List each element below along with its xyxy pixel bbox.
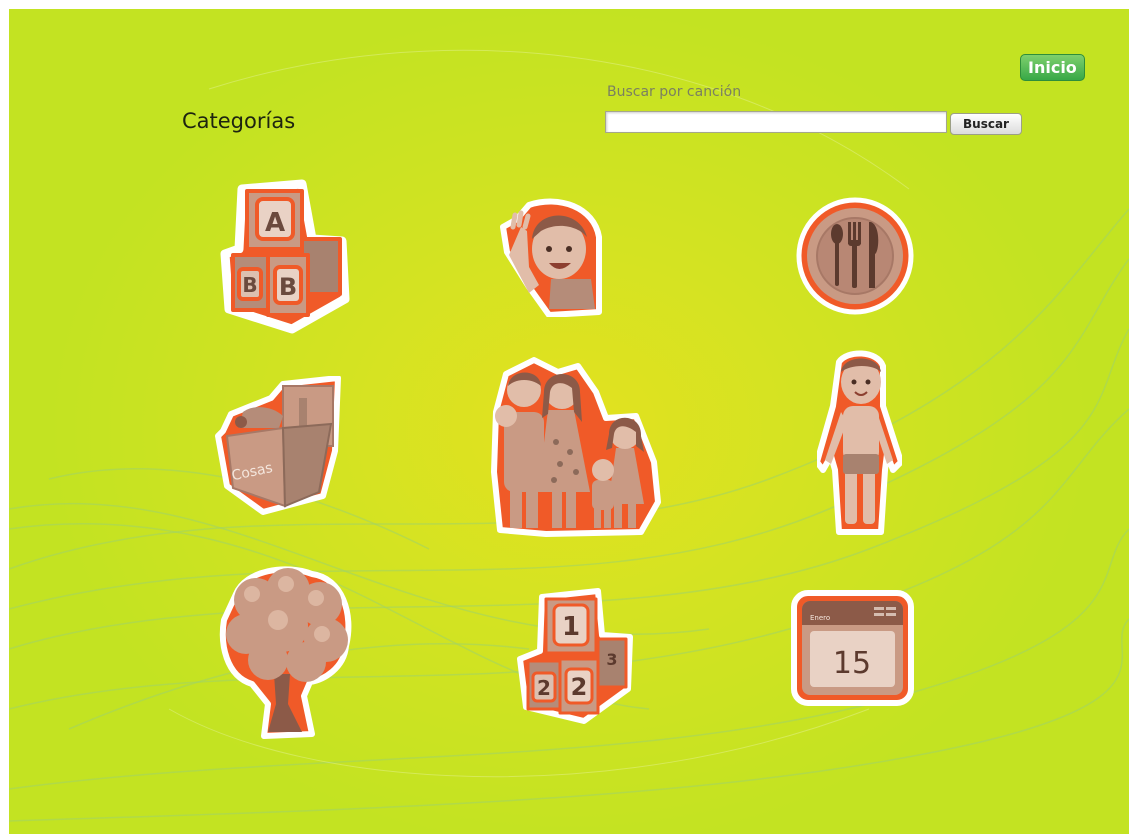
- category-numbers[interactable]: 1 2 2 3: [514, 587, 634, 727]
- home-button[interactable]: Inicio: [1020, 54, 1085, 81]
- page-title: Categorías: [182, 109, 296, 133]
- block-number-3: 3: [606, 650, 617, 669]
- main-stage: Inicio Categorías Buscar por canción Bus…: [9, 9, 1129, 834]
- family-icon: [491, 357, 661, 537]
- block-number-1: 1: [562, 612, 580, 642]
- category-alphabet[interactable]: A B B: [217, 179, 355, 334]
- block-number-2-side: 2: [537, 676, 551, 700]
- waving-boy-icon: [500, 198, 602, 317]
- number-blocks-icon: 1 2 2 3: [517, 588, 633, 724]
- plate-cutlery-icon: [796, 197, 914, 315]
- calendar-icon: Enero 15: [791, 590, 914, 706]
- category-calendar[interactable]: Enero 15: [790, 589, 915, 707]
- block-letter-b: B: [279, 273, 297, 301]
- calendar-day: 15: [833, 646, 871, 681]
- alphabet-blocks-icon: A B B: [220, 179, 350, 334]
- tree-icon: [219, 566, 352, 739]
- block-letter-b-side: B: [242, 273, 257, 297]
- category-nature[interactable]: [216, 564, 356, 739]
- toy-box-icon: Cosas: [215, 376, 341, 515]
- block-number-2: 2: [571, 673, 588, 701]
- child-body-icon: [817, 350, 902, 535]
- block-letter-a: A: [265, 208, 285, 238]
- category-body[interactable]: [817, 350, 902, 535]
- category-family[interactable]: [486, 352, 661, 537]
- search-label: Buscar por canción: [607, 84, 742, 100]
- search-button[interactable]: Buscar: [950, 113, 1022, 135]
- category-food[interactable]: [795, 196, 915, 316]
- calendar-month: Enero: [810, 614, 830, 622]
- search-input[interactable]: [605, 111, 947, 133]
- category-greeting[interactable]: [499, 197, 604, 317]
- category-things[interactable]: Cosas: [213, 376, 343, 516]
